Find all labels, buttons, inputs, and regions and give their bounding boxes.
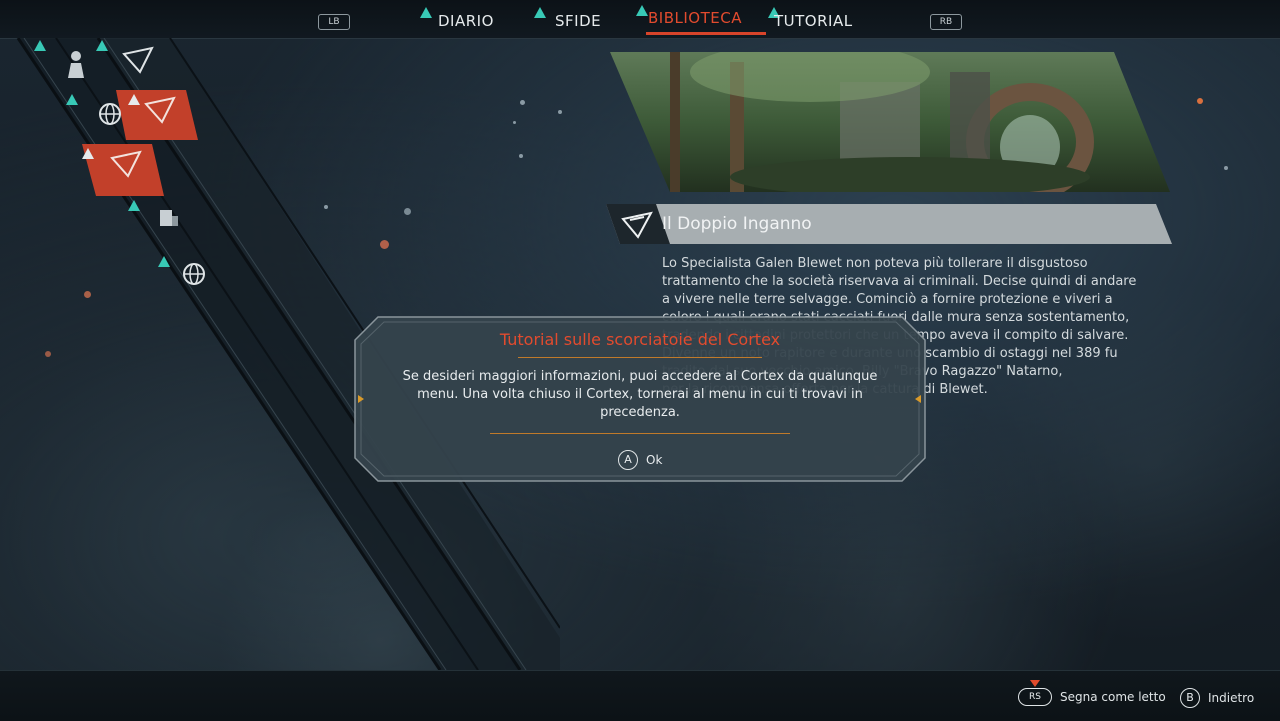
new-content-icon bbox=[158, 256, 170, 267]
a-button-icon: A bbox=[618, 450, 638, 470]
entry-hero-image bbox=[610, 52, 1170, 192]
back-hint[interactable]: B Indietro bbox=[1180, 688, 1254, 708]
new-content-icon bbox=[82, 148, 94, 159]
mark-as-read-label: Segna come letto bbox=[1060, 690, 1166, 704]
ok-button[interactable]: A Ok bbox=[618, 449, 662, 471]
device-icon bbox=[160, 210, 178, 226]
ok-label: Ok bbox=[646, 453, 663, 467]
new-content-icon bbox=[66, 94, 78, 105]
javelin-glyph-icon bbox=[110, 150, 142, 178]
list-item[interactable] bbox=[128, 90, 180, 130]
entry-body-line: Lo Specialista Galen Blewet non poteva p… bbox=[662, 256, 1088, 271]
new-content-icon bbox=[534, 7, 546, 18]
left-arrow-icon bbox=[358, 395, 364, 403]
list-item[interactable] bbox=[128, 200, 190, 240]
list-item[interactable] bbox=[34, 40, 96, 84]
new-content-icon bbox=[420, 7, 432, 18]
ember-particle bbox=[1197, 98, 1203, 104]
dust-particle bbox=[1224, 166, 1228, 170]
new-content-icon bbox=[128, 200, 140, 211]
list-item[interactable] bbox=[66, 94, 130, 136]
entry-body-line: trattamento che la società riservava ai … bbox=[662, 274, 1137, 289]
mark-as-read-hint[interactable]: RS Segna come letto bbox=[1018, 680, 1166, 706]
right-bumper-button[interactable]: RB bbox=[930, 14, 962, 30]
dialog-title: Tutorial sulle scorciatoie del Cortex bbox=[499, 330, 781, 349]
globe-icon bbox=[99, 103, 121, 125]
figure-icon bbox=[68, 51, 84, 78]
divider bbox=[490, 433, 790, 434]
list-item[interactable] bbox=[158, 254, 218, 294]
right-arrow-icon bbox=[915, 395, 921, 403]
b-button-icon: B bbox=[1180, 688, 1200, 708]
dialog-message: Se desideri maggiori informazioni, puoi … bbox=[402, 369, 878, 420]
list-item[interactable] bbox=[96, 40, 158, 80]
tab-diario[interactable]: DIARIO bbox=[438, 12, 494, 30]
entry-body-line: a vivere nelle terre selvagge. Cominciò … bbox=[662, 292, 1113, 307]
rs-button-icon: RS bbox=[1018, 680, 1052, 706]
globe-icon bbox=[183, 263, 205, 285]
tab-sfide[interactable]: SFIDE bbox=[555, 12, 601, 30]
divider bbox=[518, 357, 762, 358]
javelin-glyph-icon bbox=[621, 211, 653, 239]
left-bumper-button[interactable]: LB bbox=[318, 14, 350, 30]
javelin-glyph-icon bbox=[122, 46, 154, 74]
new-content-icon bbox=[636, 5, 648, 16]
active-tab-indicator bbox=[646, 32, 766, 35]
tab-biblioteca[interactable]: BIBLIOTECA bbox=[648, 9, 742, 27]
list-item[interactable] bbox=[82, 142, 146, 182]
javelin-glyph-icon bbox=[144, 96, 176, 124]
new-content-icon bbox=[96, 40, 108, 51]
new-content-icon bbox=[34, 40, 46, 51]
down-arrow-icon bbox=[1030, 680, 1040, 687]
entry-title: Il Doppio Inganno bbox=[662, 214, 812, 234]
tab-tutorial[interactable]: TUTORIAL bbox=[774, 12, 853, 30]
back-label: Indietro bbox=[1208, 691, 1255, 705]
